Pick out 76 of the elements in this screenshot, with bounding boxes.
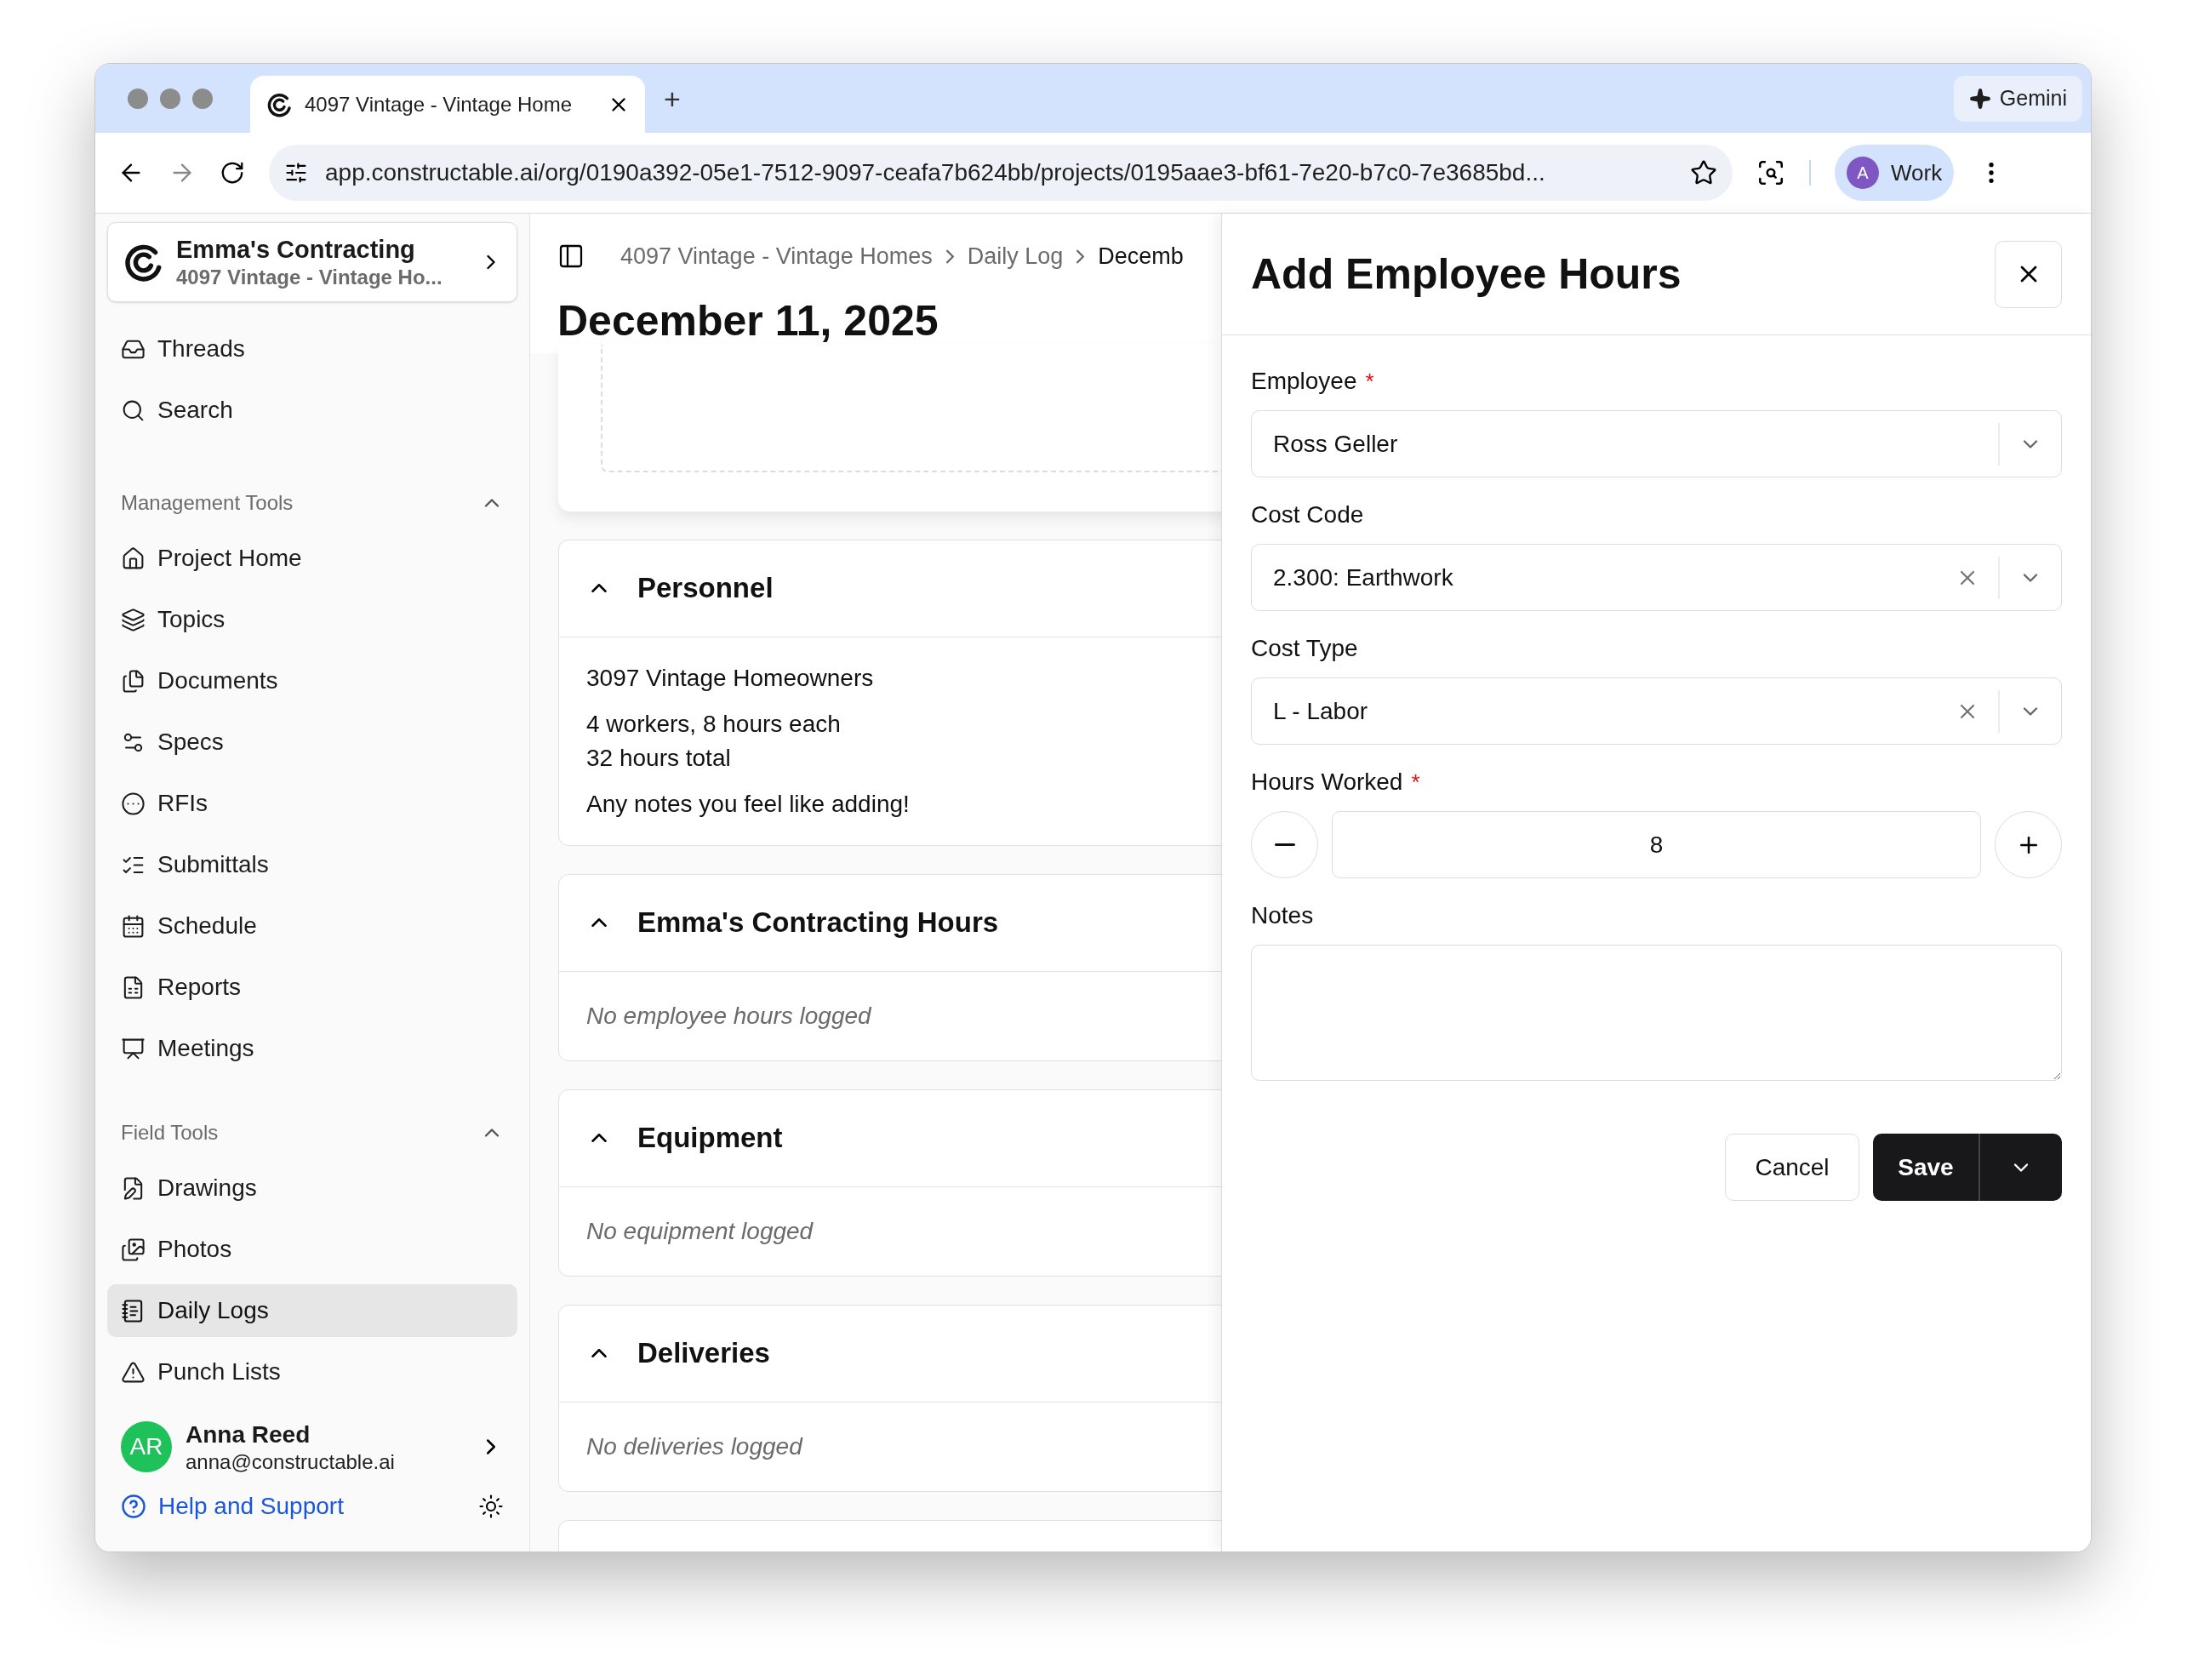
entry-text: 3097 Vintage Homeowners	[586, 663, 875, 693]
help-icon	[121, 1494, 146, 1519]
entry-text: 4 workers, 8 hours each	[586, 709, 842, 739]
sidebar-item[interactable]: RFIs	[107, 777, 517, 830]
section-title: Emma's Contracting Hours	[637, 906, 999, 940]
gemini-button[interactable]: Gemini	[1953, 75, 2082, 122]
org-switcher[interactable]: Emma's Contracting 4097 Vintage - Vintage Ho...	[107, 222, 517, 302]
sidebar-item[interactable]: Schedule	[107, 900, 517, 952]
house-icon	[121, 546, 146, 571]
select-field[interactable]: 2.300: Earthwork	[1251, 544, 2062, 611]
sidebar-item[interactable]: Daily Logs	[107, 1284, 517, 1337]
empty-message: No equipment logged	[586, 1216, 814, 1246]
browser-tab[interactable]: 4097 Vintage - Vintage Home	[250, 76, 645, 133]
window-control[interactable]	[128, 88, 148, 109]
empty-message: No deliveries logged	[586, 1431, 802, 1461]
field-label: Employee	[1251, 367, 1357, 396]
required-marker: *	[1411, 768, 1420, 797]
url-field[interactable]: app.constructable.ai/org/0190a392-05e1-7512-9097-ceafa7b624bb/projects/0195aae3-bf61-7e20-b7c0-7e3685bd...	[269, 145, 1733, 201]
star-icon[interactable]	[1690, 159, 1717, 186]
calendar-icon	[121, 913, 146, 939]
section-heading: Management Tools	[121, 490, 294, 516]
field-label: Cost Code	[1251, 500, 1364, 529]
sidebar-item[interactable]: Project Home	[107, 532, 517, 585]
sidebar-item[interactable]: Topics	[107, 593, 517, 646]
empty-message: No employee hours logged	[586, 1001, 871, 1031]
avatar: AR	[121, 1421, 172, 1472]
help-link[interactable]: Help and Support	[121, 1489, 344, 1524]
sidebar-item[interactable]: Punch Lists	[107, 1346, 517, 1398]
sparkle-icon	[1968, 87, 1991, 110]
images-icon	[121, 1237, 146, 1262]
sidebar-item[interactable]: Documents	[107, 654, 517, 707]
hours-input[interactable]: 8	[1332, 811, 1981, 878]
field-label: Notes	[1251, 901, 1314, 930]
sidebar-item[interactable]: Submittals	[107, 838, 517, 891]
sidebar-item[interactable]: Threads	[107, 323, 517, 375]
sidebar-item[interactable]: Drawings	[107, 1162, 517, 1214]
new-tab-button[interactable]: +	[664, 83, 681, 113]
page-title: December 11, 2025	[557, 295, 939, 346]
window-control[interactable]	[160, 88, 180, 109]
avatar: A	[1847, 157, 1879, 189]
required-marker: *	[1365, 367, 1374, 396]
sun-icon[interactable]	[478, 1494, 504, 1519]
reload-icon[interactable]	[220, 160, 245, 186]
panel-title: Add Employee Hours	[1251, 249, 1682, 300]
circle-icon	[121, 791, 146, 816]
window-control[interactable]	[192, 88, 213, 109]
select-field[interactable]: Ross Geller	[1251, 410, 2062, 477]
entry-text: 32 hours total	[586, 743, 732, 773]
breadcrumb-link[interactable]: Daily Log	[967, 239, 1064, 274]
breadcrumb-link[interactable]: 4097 Vintage - Vintage Homes	[620, 239, 933, 274]
close-button[interactable]	[1995, 240, 2062, 308]
section-title: Equipment	[637, 1121, 783, 1156]
notes-field[interactable]	[1251, 945, 2062, 1081]
field-label: Hours Worked	[1251, 768, 1403, 797]
entry-text: Any notes you feel like adding!	[586, 789, 911, 819]
sidebar-item[interactable]: Specs	[107, 716, 517, 769]
sidebar-item[interactable]: Meetings	[107, 1022, 517, 1075]
sidebar-item[interactable]: Photos	[107, 1223, 517, 1276]
lens-icon[interactable]	[1756, 158, 1785, 187]
chevron-right-icon	[1076, 249, 1085, 264]
field-label: Cost Type	[1251, 634, 1358, 663]
sidebar-item[interactable]: Reports	[107, 961, 517, 1014]
cancel-button[interactable]: Cancel	[1725, 1134, 1859, 1201]
chevron-right-icon	[945, 249, 954, 264]
layers-icon	[121, 607, 146, 632]
breadcrumb-link[interactable]: Decemb	[1098, 239, 1184, 274]
save-button[interactable]: Save	[1873, 1134, 1980, 1201]
section-title: Personnel	[637, 571, 774, 606]
select-field[interactable]: L - Labor	[1251, 677, 2062, 745]
files-icon	[121, 668, 146, 694]
profile-button[interactable]: A Work	[1835, 145, 1955, 201]
section-heading: Field Tools	[121, 1120, 219, 1146]
sidebar-item[interactable]: Search	[107, 384, 517, 437]
site-settings-icon[interactable]	[284, 161, 308, 185]
minus-icon	[1274, 843, 1295, 846]
section-title: Deliveries	[637, 1336, 770, 1371]
